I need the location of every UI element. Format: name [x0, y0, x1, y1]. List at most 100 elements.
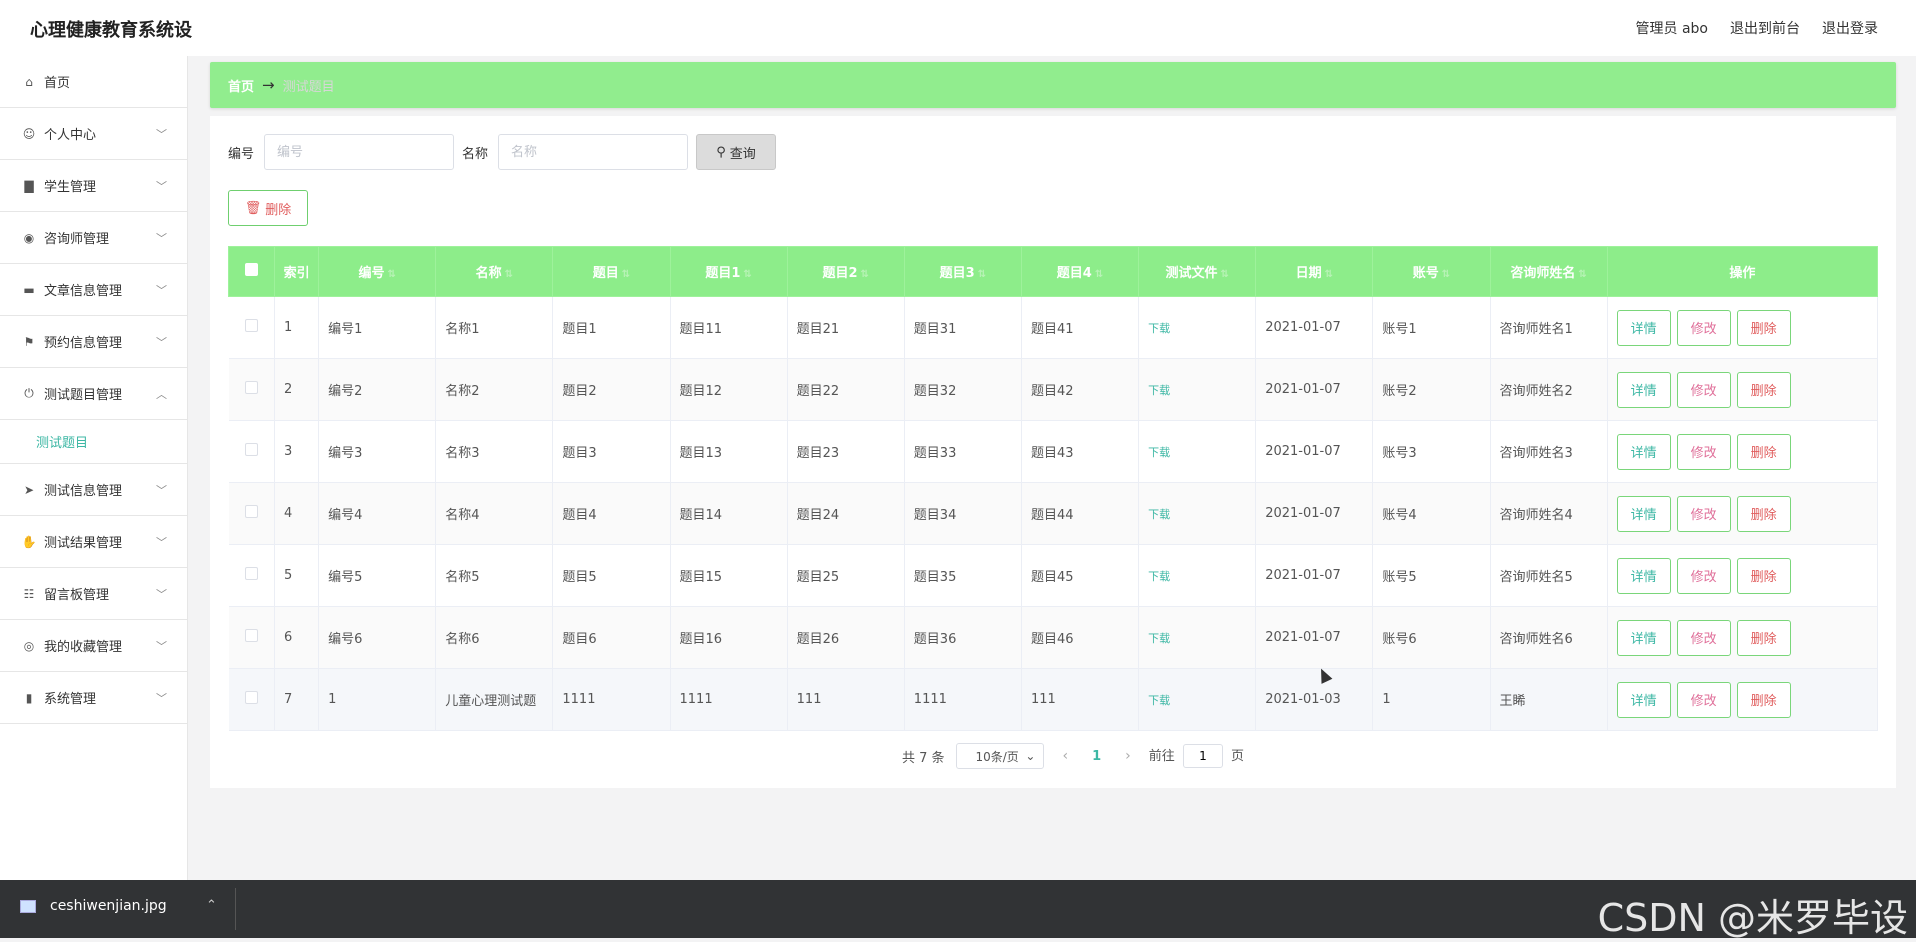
- query-button[interactable]: ⚲ 查询: [696, 134, 777, 170]
- sidebar-item[interactable]: ⚑ 预约信息管理 ﹀: [0, 316, 187, 368]
- logout-link[interactable]: 退出登录: [1822, 18, 1878, 38]
- row-checkbox[interactable]: [244, 567, 258, 580]
- page-number[interactable]: 1: [1086, 749, 1107, 764]
- edit-button[interactable]: 修改: [1676, 495, 1731, 532]
- sidebar-item[interactable]: ▇ 学生管理 ﹀: [0, 160, 187, 212]
- row-checkbox[interactable]: [244, 691, 258, 704]
- download-link[interactable]: 下载: [1148, 446, 1170, 459]
- column-header[interactable]: 题目4 ⇅: [1020, 246, 1140, 297]
- column-header[interactable]: 测试文件 ⇅: [1138, 246, 1257, 297]
- delete-button[interactable]: 删除: [1736, 309, 1791, 346]
- detail-button[interactable]: 详情: [1616, 433, 1671, 470]
- column-header[interactable]: 题目 ⇅: [552, 246, 671, 297]
- breadcrumb-home[interactable]: 首页: [228, 76, 254, 95]
- edit-button[interactable]: 修改: [1676, 433, 1731, 470]
- column-header[interactable]: 咨询师姓名 ⇅: [1489, 246, 1608, 297]
- detail-button[interactable]: 详情: [1616, 495, 1671, 532]
- delete-button[interactable]: 删除: [1736, 619, 1791, 656]
- download-link[interactable]: 下载: [1148, 384, 1170, 397]
- delete-button[interactable]: 删除: [1736, 681, 1791, 718]
- sidebar-item[interactable]: ▮ 系统管理 ﹀: [0, 672, 187, 724]
- sort-icon[interactable]: ⇅: [1578, 269, 1586, 280]
- column-header-label: 题目3: [939, 266, 975, 281]
- sidebar-item[interactable]: ✋ 测试结果管理 ﹀: [0, 516, 187, 568]
- code-input[interactable]: [264, 134, 455, 170]
- select-all-checkbox[interactable]: [245, 263, 259, 276]
- download-link[interactable]: 下载: [1148, 322, 1170, 335]
- search-row: 编号 名称 ⚲ 查询: [228, 134, 1878, 170]
- column-header[interactable]: 名称 ⇅: [435, 246, 554, 297]
- sidebar-item[interactable]: ⌂ 首页: [0, 56, 187, 108]
- table-row[interactable]: 7 1 儿童心理测试题 1111 1111 111 1111 111 下载 2021-01-03 1…: [228, 668, 1879, 731]
- sort-icon[interactable]: ⇅: [505, 269, 513, 280]
- delete-button[interactable]: 删除: [1736, 433, 1791, 470]
- sort-icon[interactable]: ⇅: [1220, 269, 1228, 280]
- table-row[interactable]: 4 编号4 名称4 题目4 题目14 题目24 题目34 题目44 下载 2021-01-07 账号…: [228, 482, 1879, 545]
- sidebar-item[interactable]: ➤ 测试信息管理 ﹀: [0, 464, 187, 516]
- column-header[interactable]: 账号 ⇅: [1372, 246, 1491, 297]
- download-link[interactable]: 下载: [1148, 632, 1170, 645]
- column-header[interactable]: 编号 ⇅: [318, 246, 437, 297]
- sort-icon[interactable]: ⇅: [387, 269, 395, 280]
- edit-button[interactable]: 修改: [1676, 309, 1731, 346]
- sidebar-subitem-test-questions[interactable]: 测试题目: [0, 420, 187, 464]
- column-header[interactable]: 题目3 ⇅: [903, 246, 1022, 297]
- table-row[interactable]: 1 编号1 名称1 题目1 题目11 题目21 题目31 题目41 下载 2021-01-07 账号…: [228, 296, 1879, 359]
- prev-page-icon[interactable]: ‹: [1056, 748, 1074, 764]
- sidebar-item[interactable]: ▬ 文章信息管理 ﹀: [0, 264, 187, 316]
- delete-button[interactable]: 删除: [1736, 495, 1791, 532]
- download-link[interactable]: 下载: [1148, 694, 1170, 707]
- sort-icon[interactable]: ⇅: [622, 269, 630, 280]
- edit-button[interactable]: 修改: [1676, 619, 1731, 656]
- table-row[interactable]: 5 编号5 名称5 题目5 题目15 题目25 题目35 题目45 下载 2021-01-07 账号…: [228, 544, 1879, 607]
- table-cell: 7: [274, 668, 320, 731]
- sidebar-item[interactable]: ◉ 咨询师管理 ﹀: [0, 212, 187, 264]
- column-header[interactable]: 题目2 ⇅: [786, 246, 905, 297]
- sidebar-item[interactable]: ◎ 我的收藏管理 ﹀: [0, 620, 187, 672]
- sort-icon[interactable]: ⇅: [1442, 269, 1450, 280]
- sort-icon[interactable]: ⇅: [978, 269, 986, 280]
- name-input[interactable]: [498, 134, 689, 170]
- batch-delete-button[interactable]: 🗑 删除: [228, 190, 308, 226]
- edit-button[interactable]: 修改: [1676, 371, 1731, 408]
- front-link[interactable]: 退出到前台: [1730, 18, 1800, 38]
- detail-button[interactable]: 详情: [1616, 681, 1671, 718]
- delete-button[interactable]: 删除: [1736, 557, 1791, 594]
- page-size-select[interactable]: 10条/页 ⌄: [956, 743, 1045, 769]
- detail-button[interactable]: 详情: [1616, 309, 1671, 346]
- sort-icon[interactable]: ⇅: [743, 269, 751, 280]
- row-checkbox[interactable]: [244, 443, 258, 456]
- detail-button[interactable]: 详情: [1616, 371, 1671, 408]
- download-link[interactable]: 下载: [1148, 508, 1170, 521]
- detail-button[interactable]: 详情: [1616, 619, 1671, 656]
- delete-button[interactable]: 删除: [1736, 371, 1791, 408]
- download-item[interactable]: ceshiwenjian.jpg: [20, 898, 167, 914]
- sidebar-item[interactable]: ⏻ 测试题目管理 ︿: [0, 368, 187, 420]
- sidebar-item-label: 系统管理: [44, 692, 97, 707]
- edit-button[interactable]: 修改: [1676, 681, 1731, 718]
- table-row[interactable]: 2 编号2 名称2 题目2 题目12 题目22 题目32 题目42 下载 2021-01-07 账号…: [228, 358, 1879, 421]
- download-link[interactable]: 下载: [1148, 570, 1170, 583]
- sidebar-item[interactable]: ☷ 留言板管理 ﹀: [0, 568, 187, 620]
- edit-button[interactable]: 修改: [1676, 557, 1731, 594]
- row-checkbox[interactable]: [244, 381, 258, 394]
- detail-button[interactable]: 详情: [1616, 557, 1671, 594]
- sort-icon[interactable]: ⇅: [1325, 269, 1333, 280]
- column-header[interactable]: 题目1 ⇅: [669, 246, 788, 297]
- cell-value: 2021-01-07: [1265, 444, 1341, 459]
- row-checkbox[interactable]: [244, 629, 258, 642]
- row-checkbox[interactable]: [244, 319, 258, 332]
- goto-input[interactable]: [1182, 744, 1223, 768]
- cell-value: 账号3: [1382, 446, 1417, 461]
- column-header[interactable]: 日期 ⇅: [1255, 246, 1374, 297]
- sort-icon[interactable]: ⇅: [861, 269, 869, 280]
- sidebar-item[interactable]: ☺ 个人中心 ﹀: [0, 108, 187, 160]
- cell-value: 编号3: [328, 446, 363, 461]
- table-row[interactable]: 6 编号6 名称6 题目6 题目16 题目26 题目36 题目46 下载 2021-01-07 账号…: [228, 606, 1879, 669]
- row-checkbox[interactable]: [244, 505, 258, 518]
- next-page-icon[interactable]: ›: [1119, 748, 1137, 764]
- table-row[interactable]: 3 编号3 名称3 题目3 题目13 题目23 题目33 题目43 下载 2021-01-07 账号…: [228, 420, 1879, 483]
- chevron-up-icon: ︿: [156, 388, 167, 401]
- chevron-up-icon[interactable]: ⌃: [206, 898, 217, 913]
- sort-icon[interactable]: ⇅: [1095, 269, 1103, 280]
